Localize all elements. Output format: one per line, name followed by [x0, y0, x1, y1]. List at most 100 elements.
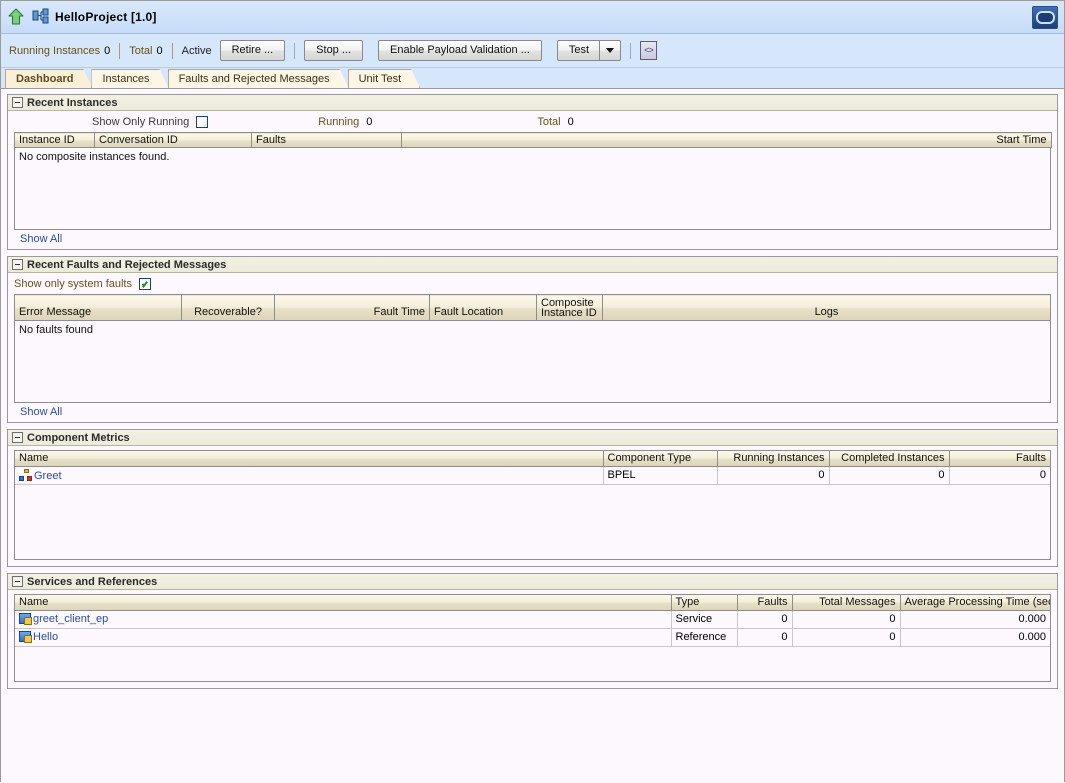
test-button[interactable]: Test: [556, 40, 600, 61]
column-header-recoverable[interactable]: Recoverable?: [181, 294, 275, 321]
running-instances-value: 0: [104, 44, 111, 57]
stop-button[interactable]: Stop ...: [304, 40, 364, 61]
reference-icon: [19, 631, 32, 643]
reference-total-messages-cell: 0: [791, 628, 901, 647]
column-header-error-message[interactable]: Error Message: [14, 294, 182, 321]
table-row[interactable]: Greet BPEL 0 0 0: [15, 466, 1050, 485]
running-instances-cell: 0: [716, 466, 830, 485]
running-instances-label: Running Instances: [9, 44, 101, 57]
collapse-minus-icon[interactable]: [12, 259, 23, 270]
component-metrics-header[interactable]: Component Metrics: [8, 430, 1057, 446]
show-only-system-faults-checkbox[interactable]: [139, 277, 151, 290]
column-header-running-instances[interactable]: Running Instances: [716, 451, 830, 467]
reference-avg-time-cell: 0.000: [899, 628, 1050, 647]
service-avg-time-cell: 0.000: [899, 610, 1050, 629]
component-metrics-table: Name Component Type Running Instances Co…: [15, 451, 1050, 485]
tab-unit-test[interactable]: Unit Test: [348, 69, 421, 88]
dashboard-content: Recent Instances Show Only Running Runni…: [1, 89, 1064, 783]
column-header-faults[interactable]: Faults: [948, 451, 1050, 467]
component-name-cell[interactable]: Greet: [15, 466, 604, 485]
services-references-body: Name Type Faults Total Messages Average …: [8, 590, 1057, 688]
composite-icon: [32, 8, 50, 26]
total-count-value: 0: [567, 115, 574, 128]
code-icon[interactable]: <>: [640, 41, 658, 60]
component-type-cell: BPEL: [602, 466, 718, 485]
recent-faults-panel: Recent Faults and Rejected Messages Show…: [7, 256, 1058, 423]
tab-label: Faults and Rejected Messages: [178, 73, 330, 85]
collapse-minus-icon[interactable]: [12, 432, 23, 443]
total-count-label: Total: [537, 115, 561, 128]
monitor-screen: [1035, 10, 1055, 24]
tab-dashboard[interactable]: Dashboard: [5, 69, 92, 88]
component-metrics-panel: Component Metrics Name Component Type Ru…: [7, 429, 1058, 567]
completed-instances-cell: 0: [828, 466, 950, 485]
column-header-logs[interactable]: Logs: [602, 294, 1051, 321]
column-header-component-type[interactable]: Component Type: [602, 451, 718, 467]
toolbar-divider: [630, 42, 632, 59]
chevron-down-icon: [606, 47, 615, 53]
recent-faults-empty-message: No faults found: [19, 324, 93, 336]
column-header-conversation-id[interactable]: Conversation ID: [94, 132, 252, 148]
services-references-header[interactable]: Services and References: [8, 574, 1057, 590]
collapse-minus-icon[interactable]: [12, 576, 23, 587]
column-header-fault-location[interactable]: Fault Location: [429, 294, 537, 321]
component-metrics-table-box: Name Component Type Running Instances Co…: [14, 450, 1051, 560]
component-metrics-body: Name Component Type Running Instances Co…: [8, 446, 1057, 566]
panel-title: Services and References: [27, 575, 158, 588]
service-link[interactable]: greet_client_ep: [33, 613, 108, 625]
total-instances-value: 0: [156, 44, 163, 57]
panel-title: Recent Faults and Rejected Messages: [27, 258, 227, 271]
recent-faults-empty-area: No faults found: [14, 321, 1051, 403]
table-header-row: Instance ID Conversation ID Faults Start…: [14, 132, 1052, 148]
collapse-minus-icon[interactable]: [12, 97, 23, 108]
recent-instances-empty-area: No composite instances found.: [14, 148, 1051, 230]
column-header-faults[interactable]: Faults: [736, 595, 793, 611]
column-header-type[interactable]: Type: [670, 595, 738, 611]
recent-instances-header[interactable]: Recent Instances: [8, 95, 1057, 111]
table-row[interactable]: Hello Reference 0 0 0.000: [15, 628, 1050, 647]
reference-link[interactable]: Hello: [33, 631, 58, 643]
column-header-faults[interactable]: Faults: [251, 132, 402, 148]
show-all-link[interactable]: Show All: [20, 233, 62, 245]
column-header-fault-time[interactable]: Fault Time: [274, 294, 430, 321]
table-row[interactable]: greet_client_ep Service 0 0 0.000: [15, 610, 1050, 629]
recent-faults-show-all[interactable]: Show All: [14, 403, 1051, 422]
service-icon: [19, 613, 32, 625]
tab-faults-and-rejected-messages[interactable]: Faults and Rejected Messages: [168, 69, 349, 88]
tab-instances[interactable]: Instances: [91, 69, 168, 88]
column-header-start-time[interactable]: Start Time: [401, 132, 1052, 148]
component-icon: [19, 468, 32, 481]
column-header-completed-instances[interactable]: Completed Instances: [828, 451, 950, 467]
table-header-row: Error Message Recoverable? Fault Time Fa…: [14, 294, 1051, 321]
tab-bar: Dashboard Instances Faults and Rejected …: [1, 68, 1064, 88]
column-header-name[interactable]: Name: [15, 595, 672, 611]
retire-button[interactable]: Retire ...: [219, 40, 286, 61]
toolbar-divider: [294, 42, 296, 59]
recent-instances-empty-message: No composite instances found.: [19, 151, 170, 163]
running-count-value: 0: [366, 115, 373, 128]
test-dropdown-button[interactable]: [599, 40, 622, 61]
show-all-link[interactable]: Show All: [20, 406, 62, 418]
up-arrow-icon[interactable]: [7, 8, 25, 26]
column-header-total-messages[interactable]: Total Messages: [791, 595, 901, 611]
title-bar: HelloProject [1.0]: [1, 1, 1064, 34]
service-name-cell[interactable]: greet_client_ep: [15, 610, 672, 629]
recent-faults-table: Error Message Recoverable? Fault Time Fa…: [14, 294, 1051, 321]
test-split-button: Test: [556, 40, 622, 61]
monitor-icon[interactable]: [1032, 5, 1058, 29]
composite-state-label: Active: [181, 44, 212, 57]
column-header-composite-instance-id[interactable]: Composite Instance ID: [536, 294, 603, 321]
column-header-average-processing-time[interactable]: Average Processing Time (sec): [899, 595, 1050, 611]
services-references-panel: Services and References Name Type Faults…: [7, 573, 1058, 689]
component-link[interactable]: Greet: [34, 470, 62, 482]
column-header-name[interactable]: Name: [15, 451, 604, 467]
recent-faults-header[interactable]: Recent Faults and Rejected Messages: [8, 257, 1057, 273]
services-references-table-box: Name Type Faults Total Messages Average …: [14, 594, 1051, 682]
show-only-running-checkbox[interactable]: [196, 115, 209, 128]
recent-instances-filter-row: Show Only Running Running 0 Total 0: [8, 111, 1057, 132]
enable-payload-validation-button[interactable]: Enable Payload Validation ...: [378, 40, 542, 61]
reference-name-cell[interactable]: Hello: [15, 628, 672, 647]
recent-instances-show-all[interactable]: Show All: [14, 230, 1051, 249]
recent-faults-body: Show only system faults Error Message Re…: [8, 273, 1057, 422]
column-header-instance-id[interactable]: Instance ID: [14, 132, 95, 148]
